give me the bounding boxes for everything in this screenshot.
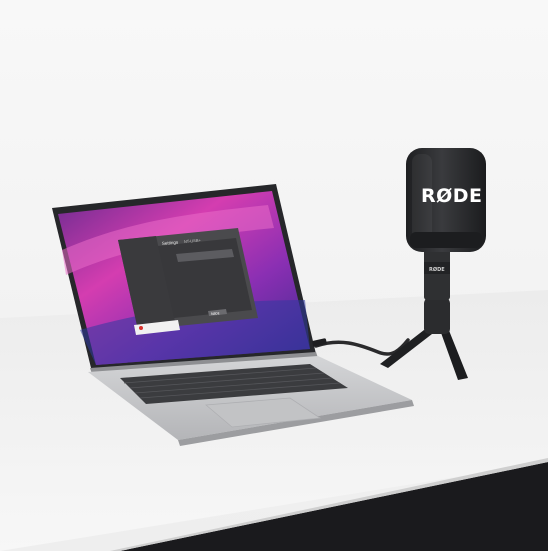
mic-body-badge: RØDE — [429, 266, 445, 273]
mic-head-ring — [410, 232, 482, 248]
mic-brand-logo: RØDE — [421, 185, 483, 207]
device-card-icon — [139, 326, 143, 330]
app-window: Settings NT-USB+ RØDE — [118, 228, 258, 335]
app-content — [158, 238, 252, 318]
product-photo-scene: Settings NT-USB+ RØDE MacBook Pro — [0, 0, 548, 551]
app-button-label: RØDE — [211, 310, 220, 316]
tripod-hub — [424, 298, 450, 334]
